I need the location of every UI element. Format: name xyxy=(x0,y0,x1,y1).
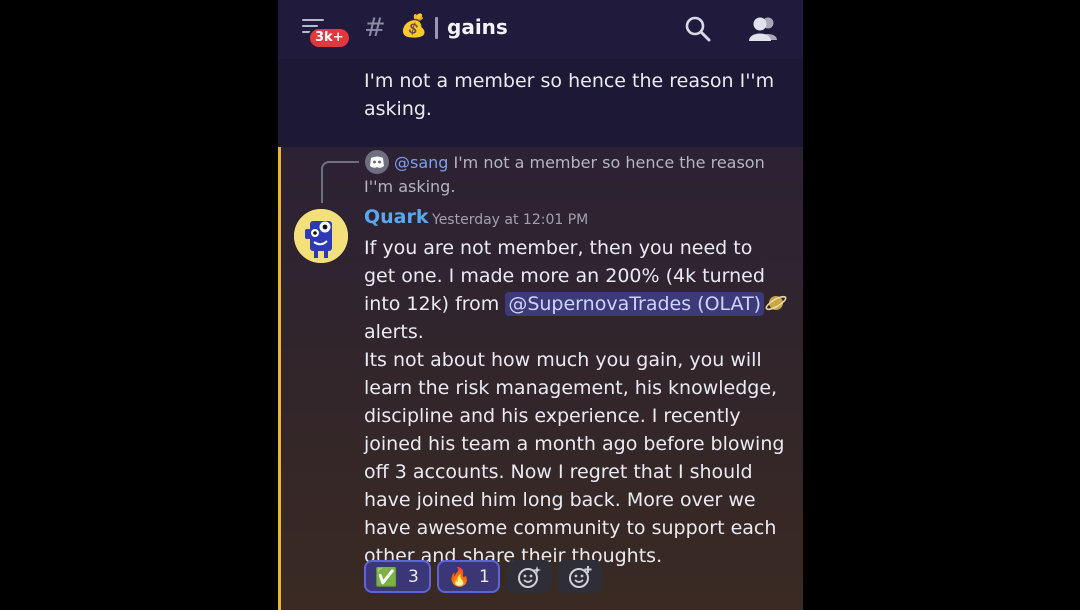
message-text-part2: alerts. xyxy=(364,321,424,343)
reaction-count: 3 xyxy=(408,567,419,587)
reaction-fire[interactable]: 🔥 1 xyxy=(437,560,500,593)
channel-divider xyxy=(435,17,438,39)
add-emoji-icon xyxy=(569,566,592,588)
planet-emoji-icon xyxy=(765,295,787,311)
role-mention[interactable]: @SupernovaTrades (OLAT) xyxy=(505,292,765,316)
add-super-reaction-button[interactable] xyxy=(506,560,552,593)
reaction-count: 1 xyxy=(479,567,490,587)
reaction-check[interactable]: ✅ 3 xyxy=(364,560,431,593)
search-icon[interactable] xyxy=(683,14,713,44)
avatar[interactable] xyxy=(294,209,348,263)
message-text-part3: Its not about how much you gain, you wil… xyxy=(364,349,785,567)
chat-screen: 3k+ # 💰 gains I'm not a member so hence … xyxy=(278,0,803,610)
reply-preview[interactable]: @sang I'm not a member so hence the reas… xyxy=(364,151,784,199)
super-reaction-icon xyxy=(518,566,541,588)
highlighted-message[interactable]: @sang I'm not a member so hence the reas… xyxy=(278,147,803,610)
channel-emoji: 💰 xyxy=(400,14,428,39)
previous-message: I'm not a member so hence the reason I''… xyxy=(278,59,803,147)
message-author[interactable]: Quark xyxy=(364,206,429,228)
reaction-emoji: 🔥 xyxy=(448,567,471,588)
previous-message-text: I'm not a member so hence the reason I''… xyxy=(364,70,775,120)
reply-mention[interactable]: @sang xyxy=(394,153,448,172)
hashtag-icon: # xyxy=(364,13,386,43)
add-reaction-button[interactable] xyxy=(557,560,603,593)
reaction-emoji: ✅ xyxy=(375,567,398,588)
message-body: If you are not member, then you need to … xyxy=(364,234,789,570)
channel-title[interactable]: gains xyxy=(447,15,508,39)
unread-badge: 3k+ xyxy=(308,27,351,49)
channel-header: 3k+ # 💰 gains xyxy=(278,0,803,59)
message-timestamp: Yesterday at 12:01 PM xyxy=(432,212,589,228)
reply-connector xyxy=(321,161,359,203)
members-icon[interactable] xyxy=(746,14,780,44)
